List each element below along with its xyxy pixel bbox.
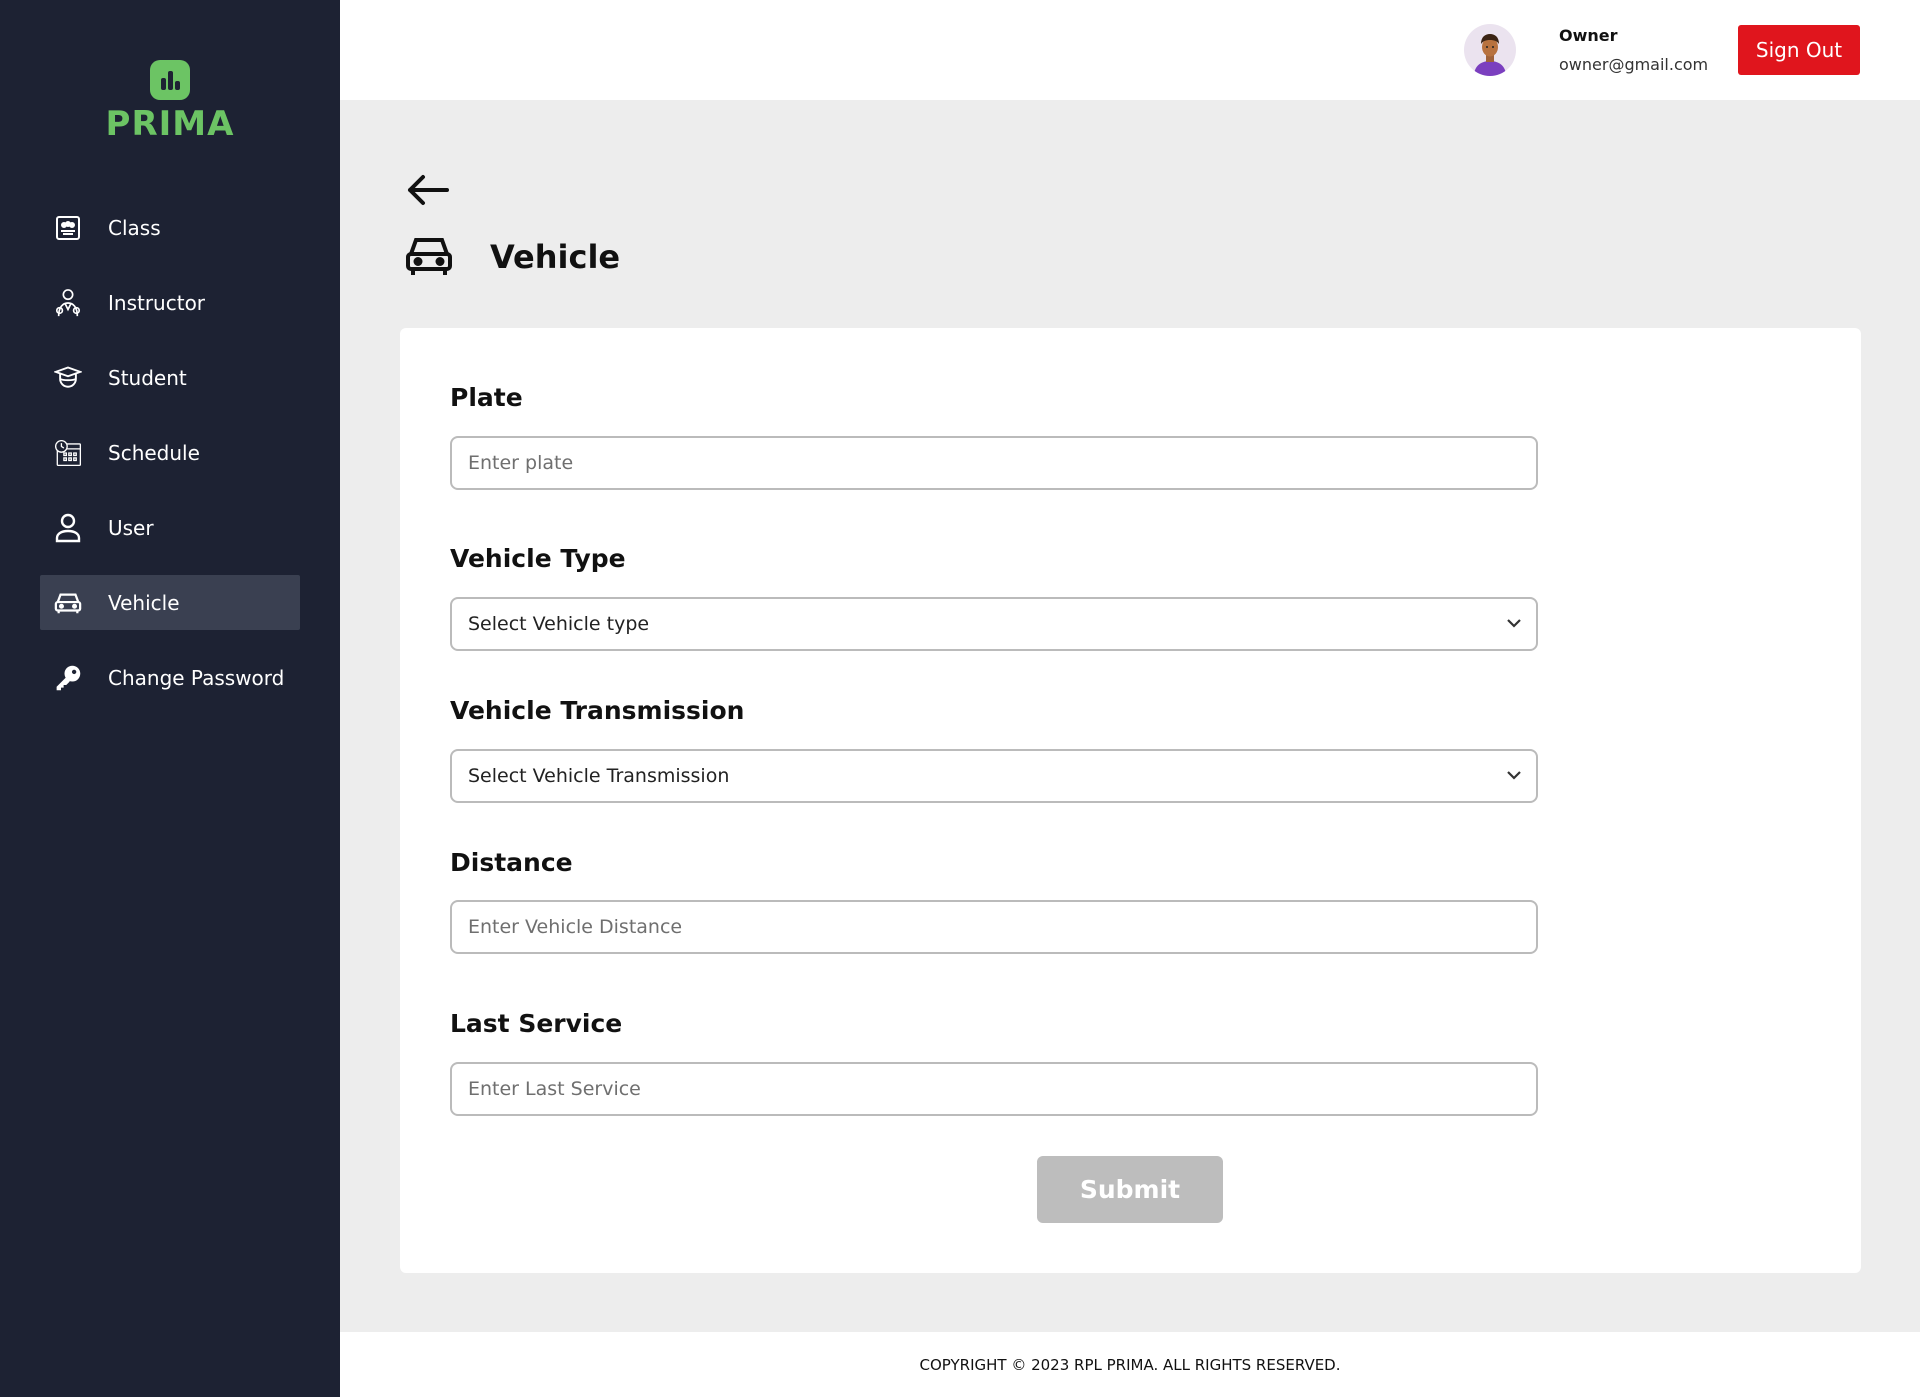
sidebar-item-user[interactable]: User [40,500,300,555]
footer: COPYRIGHT © 2023 RPL PRIMA. ALL RIGHTS R… [340,1332,1920,1397]
user-icon [54,513,82,542]
instructor-icon [54,288,82,317]
sidebar: PRIMA Class Instructor Student Schedule … [0,0,340,1397]
sidebar-item-class[interactable]: Class [40,200,300,255]
sign-out-button[interactable]: Sign Out [1738,25,1860,75]
last-service-input[interactable]: Enter Last Service [450,1062,1538,1116]
submit-button[interactable]: Submit [1037,1156,1223,1223]
class-board-icon [54,214,82,242]
sidebar-item-vehicle[interactable]: Vehicle [40,575,300,630]
chevron-down-icon [1507,771,1521,780]
key-icon [54,664,82,692]
sidebar-item-schedule[interactable]: Schedule [40,425,300,480]
vehicle-type-value: Select Vehicle type [468,613,650,635]
avatar[interactable] [1464,24,1516,76]
sidebar-item-label: Schedule [108,440,200,465]
plate-input[interactable]: Enter plate [450,436,1538,490]
vehicle-form-card: Plate Enter plate Vehicle Type Select Ve… [400,328,1861,1273]
sidebar-item-label: Vehicle [108,590,180,615]
brand-name: PRIMA [105,104,235,144]
prima-logo[interactable]: PRIMA [100,60,240,144]
distance-input[interactable]: Enter Vehicle Distance [450,900,1538,954]
vehicle-type-label: Vehicle Type [450,544,626,573]
sidebar-nav: Class Instructor Student Schedule User V… [40,200,300,725]
top-header: Owner owner@gmail.com Sign Out [340,0,1920,100]
car-icon [405,234,453,282]
car-icon [54,589,82,617]
copyright-text: COPYRIGHT © 2023 RPL PRIMA. ALL RIGHTS R… [919,1355,1341,1374]
user-email: owner@gmail.com [1559,55,1709,74]
calendar-clock-icon [54,439,82,467]
sidebar-item-student[interactable]: Student [40,350,300,405]
sidebar-item-change-password[interactable]: Change Password [40,650,300,705]
vehicle-transmission-select[interactable]: Select Vehicle Transmission [450,749,1538,803]
sidebar-item-label: User [108,515,154,540]
user-name: Owner [1559,26,1618,45]
plate-label: Plate [450,383,523,412]
vehicle-transmission-label: Vehicle Transmission [450,696,745,725]
sidebar-item-label: Student [108,365,187,390]
chevron-down-icon [1507,619,1521,628]
graduation-cap-icon [54,364,82,392]
sidebar-item-instructor[interactable]: Instructor [40,275,300,330]
page-title: Vehicle [490,238,621,276]
vehicle-transmission-value: Select Vehicle Transmission [468,765,730,787]
sidebar-item-label: Class [108,215,161,240]
last-service-label: Last Service [450,1009,623,1038]
vehicle-type-select[interactable]: Select Vehicle type [450,597,1538,651]
back-arrow-icon[interactable] [405,170,453,210]
distance-label: Distance [450,848,573,877]
sidebar-item-label: Instructor [108,290,206,315]
sidebar-item-label: Change Password [108,665,285,690]
chart-logo-icon [150,60,190,100]
